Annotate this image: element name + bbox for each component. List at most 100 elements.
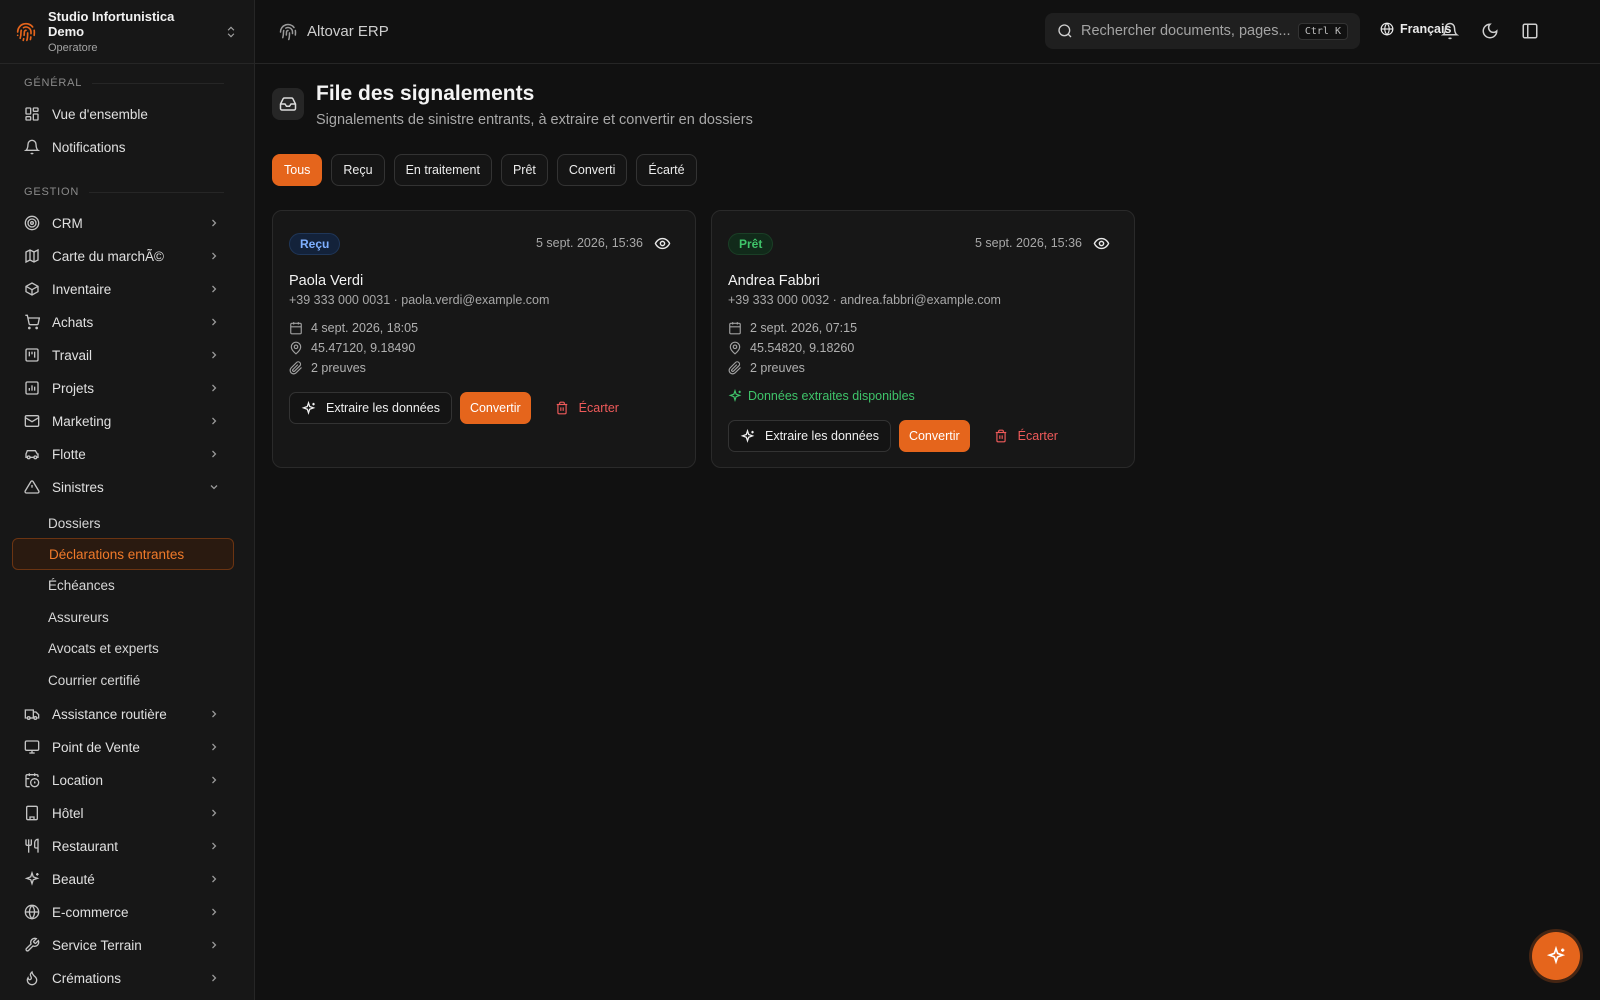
- evidence-count: 2 preuves: [311, 361, 366, 375]
- fingerprint-icon: [279, 23, 297, 40]
- incident-date-row: 4 sept. 2026, 18:05: [289, 321, 418, 335]
- sidebar-item-projects[interactable]: Projets: [12, 372, 232, 404]
- app-title-text: Altovar ERP: [307, 23, 389, 40]
- warning-icon: [24, 480, 40, 494]
- reporter-contact: +39 333 000 0031 · paola.verdi@example.c…: [289, 293, 550, 307]
- reporter-name: Paola Verdi: [289, 273, 364, 289]
- received-timestamp: 5 sept. 2026, 15:36: [535, 236, 643, 250]
- sparkles-icon: [740, 428, 755, 443]
- sidebar-item-rental[interactable]: Location: [12, 764, 232, 796]
- filter-ready[interactable]: Prêt: [500, 154, 548, 186]
- chevron-right-icon: [212, 351, 217, 359]
- topbar: Altovar ERP Rechercher documents, pages.…: [255, 0, 1600, 64]
- section-label-general: GÉNÉRAL: [24, 77, 224, 89]
- sidebar-item-field-service[interactable]: Service Terrain: [12, 929, 232, 961]
- section-label-gestion: GESTION: [24, 186, 224, 198]
- sidebar-item-market-map[interactable]: Carte du marchÃ©: [12, 240, 232, 272]
- sidebar-item-point-of-sale[interactable]: Point de Vente: [12, 731, 232, 763]
- filter-all[interactable]: Tous: [272, 154, 323, 186]
- building-icon: [26, 805, 38, 821]
- chevron-right-icon: [212, 384, 217, 392]
- sidebar-item-label: Notifications: [52, 139, 126, 155]
- eye-icon[interactable]: [654, 235, 671, 252]
- sidebar-item-label: Travail: [52, 347, 93, 363]
- sidebar-item-crm[interactable]: CRM: [12, 207, 232, 239]
- reporter-name: Andrea Fabbri: [728, 273, 820, 289]
- sidebar-item-beauty[interactable]: Beauté: [12, 863, 232, 895]
- sidebar-item-marketing[interactable]: Marketing: [12, 405, 232, 437]
- extract-data-button[interactable]: Extraire les données: [289, 392, 452, 424]
- convert-button[interactable]: Convertir: [459, 392, 531, 424]
- report-card: Prêt 5 sept. 2026, 15:36 Andrea Fabbri +…: [711, 210, 1135, 468]
- package-icon: [25, 282, 39, 296]
- target-icon: [24, 215, 40, 231]
- sidebar-item-label: Hôtel: [52, 805, 84, 821]
- convert-button[interactable]: Convertir: [898, 420, 970, 452]
- location-row: 45.54820, 9.18260: [728, 341, 854, 355]
- sidebar-subitem-incoming-declarations[interactable]: Déclarations entrantes: [12, 538, 234, 570]
- panel-toggle-icon[interactable]: [1521, 22, 1539, 40]
- mail-icon: [24, 415, 40, 427]
- sidebar-item-road-assistance[interactable]: Assistance routière: [12, 698, 232, 730]
- ai-assistant-button[interactable]: [1532, 932, 1580, 980]
- calendar-icon: [729, 322, 741, 335]
- sidebar-item-overview[interactable]: Vue d'ensemble: [12, 98, 232, 130]
- sidebar-subitem-certified-mail[interactable]: Courrier certifié: [12, 664, 234, 696]
- bell-icon[interactable]: [1441, 22, 1459, 40]
- eye-icon[interactable]: [1093, 235, 1110, 252]
- paperclip-icon: [289, 361, 302, 375]
- discard-button[interactable]: Écarter: [984, 420, 1068, 452]
- fingerprint-logo-icon: [16, 22, 36, 41]
- sidebar-item-cremations[interactable]: Crémations: [12, 962, 232, 994]
- discard-button[interactable]: Écarter: [545, 392, 629, 424]
- sidebar-subitem-lawyers-experts[interactable]: Avocats et experts: [12, 632, 234, 664]
- org-name: Studio Infortunistica Demo: [48, 9, 175, 39]
- sidebar-item-label: Location: [52, 772, 104, 788]
- sidebar-item-fleet[interactable]: Flotte: [12, 438, 232, 470]
- sidebar-item-label: Restaurant: [52, 838, 119, 854]
- cart-icon: [25, 314, 40, 330]
- chevron-right-icon: [212, 875, 217, 883]
- sidebar-subitem-insurers[interactable]: Assureurs: [12, 601, 234, 633]
- sidebar-item-label: E-commerce: [52, 904, 129, 920]
- evidence-row: 2 preuves: [728, 361, 805, 375]
- filter-discarded[interactable]: Écarté: [636, 154, 697, 186]
- card-actions: Extraire les données Convertir Écarter: [728, 420, 1068, 452]
- globe-icon: [1380, 22, 1394, 36]
- sidebar-item-inventory[interactable]: Inventaire: [12, 273, 232, 305]
- evidence-count: 2 preuves: [750, 361, 805, 375]
- sparkles-icon: [301, 400, 316, 415]
- filter-received[interactable]: Reçu: [331, 154, 385, 186]
- sidebar-item-claims[interactable]: Sinistres: [12, 471, 232, 503]
- chevron-right-icon: [212, 417, 217, 425]
- trash-icon: [995, 429, 1006, 443]
- sidebar-subitem-deadlines[interactable]: Échéances: [12, 569, 234, 601]
- sidebar-item-purchases[interactable]: Achats: [12, 306, 232, 338]
- sidebar-item-hotel[interactable]: Hôtel: [12, 797, 232, 829]
- moon-icon[interactable]: [1481, 22, 1499, 40]
- extract-data-button[interactable]: Extraire les données: [728, 420, 891, 452]
- sidebar-item-label: Marketing: [52, 413, 112, 429]
- filter-in-progress[interactable]: En traitement: [393, 154, 492, 186]
- sidebar-item-label: Flotte: [52, 446, 86, 462]
- sidebar-item-work[interactable]: Travail: [12, 339, 232, 371]
- sidebar-item-label: Carte du marchÃ©: [52, 248, 164, 264]
- sidebar-item-label: Vue d'ensemble: [52, 106, 148, 122]
- map-pin-icon: [290, 341, 302, 355]
- sidebar-item-restaurant[interactable]: Restaurant: [12, 830, 232, 862]
- status-badge: Prêt: [728, 233, 774, 255]
- sidebar-item-notifications[interactable]: Notifications: [12, 131, 232, 163]
- search-input[interactable]: Rechercher documents, pages... Ctrl K: [1045, 13, 1360, 49]
- sidebar-item-ecommerce[interactable]: E-commerce: [12, 896, 232, 928]
- sidebar-item-label: Projets: [52, 380, 95, 396]
- map-pin-icon: [729, 341, 741, 355]
- org-switcher[interactable]: Studio Infortunistica Demo Operatore: [0, 0, 254, 64]
- evidence-row: 2 preuves: [289, 361, 366, 375]
- incident-date-row: 2 sept. 2026, 07:15: [728, 321, 857, 335]
- chevron-right-icon: [212, 285, 217, 293]
- app-title: Altovar ERP: [279, 23, 389, 41]
- sidebar-subitem-dossiers[interactable]: Dossiers: [12, 507, 234, 539]
- filter-converted[interactable]: Converti: [556, 154, 628, 186]
- page-title: File des signalements: [316, 82, 535, 105]
- chevrons-up-down-icon: [227, 26, 235, 37]
